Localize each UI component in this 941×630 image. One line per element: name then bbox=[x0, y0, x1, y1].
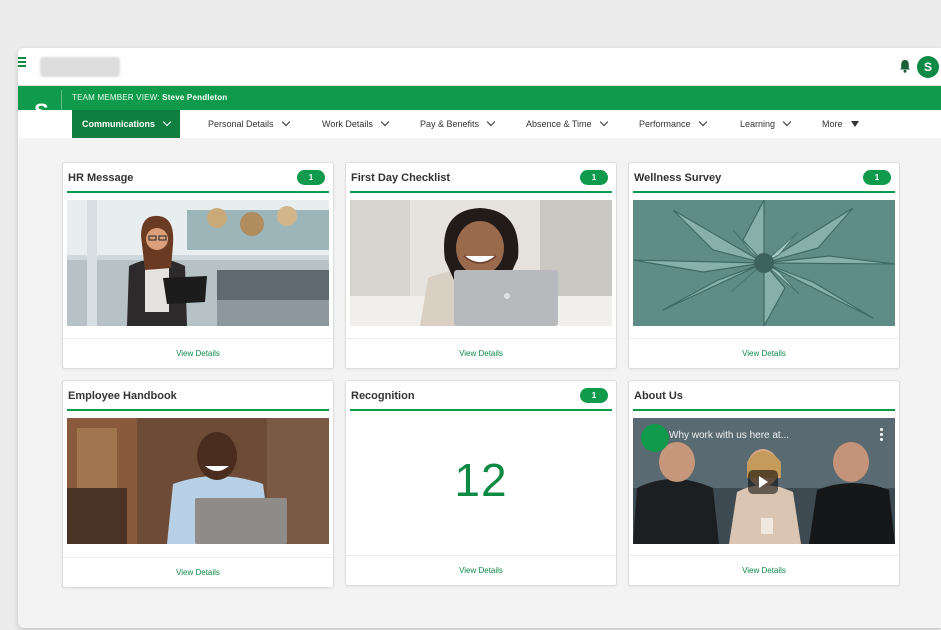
card-title: Wellness Survey bbox=[634, 172, 722, 184]
card-title: Recognition bbox=[351, 390, 415, 402]
office-photo bbox=[67, 200, 329, 326]
nav-item-label: Learning bbox=[740, 119, 776, 129]
chevron-down-icon bbox=[486, 117, 496, 127]
main-nav: Communications Personal Details Work Det… bbox=[18, 110, 941, 138]
card-header: Employee Handbook bbox=[67, 381, 329, 411]
count-badge: 1 bbox=[297, 170, 325, 185]
caret-down-icon bbox=[850, 121, 859, 127]
chevron-down-icon bbox=[380, 117, 390, 127]
count-badge: 1 bbox=[863, 170, 891, 185]
play-icon[interactable] bbox=[748, 470, 778, 494]
team-member-name: Steve Pendleton bbox=[162, 93, 228, 102]
view-details-link[interactable]: View Details bbox=[459, 349, 503, 358]
count-badge: 1 bbox=[580, 388, 608, 403]
team-member-prefix: TEAM MEMBER VIEW: bbox=[72, 93, 160, 102]
channel-avatar-icon bbox=[641, 424, 669, 452]
card-header: About Us bbox=[633, 381, 895, 411]
bell-icon[interactable] bbox=[899, 59, 911, 73]
nav-item-communications[interactable]: Communications bbox=[72, 110, 181, 138]
menu-icon[interactable] bbox=[18, 57, 28, 69]
avatar[interactable]: S bbox=[917, 56, 939, 78]
nav-item-performance[interactable]: Performance bbox=[639, 110, 707, 138]
card-header: HR Message 1 bbox=[67, 163, 329, 193]
view-details-link[interactable]: View Details bbox=[742, 566, 786, 575]
employee-photo bbox=[67, 418, 329, 544]
nav-item-learning[interactable]: Learning bbox=[740, 110, 792, 138]
search-input[interactable] bbox=[40, 57, 120, 77]
view-details-link[interactable]: View Details bbox=[742, 349, 786, 358]
chevron-down-icon bbox=[281, 117, 290, 127]
nav-item-label: Performance bbox=[639, 119, 691, 129]
succulent-photo bbox=[633, 200, 895, 326]
top-bar: S bbox=[18, 48, 941, 86]
nav-item-label: Personal Details bbox=[208, 119, 274, 129]
nav-item-label: Communications bbox=[82, 119, 156, 129]
card-title: About Us bbox=[634, 390, 683, 402]
card-footer: View Details bbox=[63, 338, 333, 368]
card-recognition: Recognition 1 12 View Details bbox=[345, 380, 617, 586]
card-title: HR Message bbox=[68, 172, 134, 184]
more-options-icon[interactable] bbox=[880, 428, 883, 443]
nav-item-work-details[interactable]: Work Details bbox=[322, 110, 390, 138]
nav-item-label: Work Details bbox=[322, 119, 373, 129]
view-details-link[interactable]: View Details bbox=[176, 568, 220, 577]
card-header: Recognition 1 bbox=[350, 381, 612, 411]
video-player[interactable]: Why work with us here at... bbox=[633, 418, 895, 544]
chevron-down-icon bbox=[698, 117, 707, 127]
chevron-down-icon bbox=[162, 117, 172, 127]
header-bar: S TEAM MEMBER VIEW: Steve Pendleton Comm… bbox=[18, 86, 941, 138]
nav-item-label: Pay & Benefits bbox=[420, 119, 480, 129]
app-window: S S TEAM MEMBER VIEW: Steve Pendleton Co… bbox=[18, 48, 941, 628]
count-badge: 1 bbox=[580, 170, 608, 185]
card-footer: View Details bbox=[63, 557, 333, 587]
nav-item-label: More bbox=[822, 119, 843, 129]
card-title: Employee Handbook bbox=[68, 390, 177, 402]
card-header: Wellness Survey 1 bbox=[633, 163, 895, 193]
card-footer: View Details bbox=[629, 338, 899, 368]
chevron-down-icon bbox=[599, 117, 608, 127]
card-employee-handbook: Employee Handbook View Details bbox=[62, 380, 334, 588]
nav-item-absence-time[interactable]: Absence & Time bbox=[526, 110, 608, 138]
laptop-woman-photo bbox=[350, 200, 612, 326]
view-details-link[interactable]: View Details bbox=[459, 566, 503, 575]
card-header: First Day Checklist 1 bbox=[350, 163, 612, 193]
video-title: Why work with us here at... bbox=[669, 430, 790, 441]
card-footer: View Details bbox=[346, 338, 616, 368]
card-hr-message: HR Message 1 View Details bbox=[62, 162, 334, 369]
nav-item-more[interactable]: More bbox=[822, 110, 859, 138]
card-footer: View Details bbox=[629, 555, 899, 585]
team-member-view-label: TEAM MEMBER VIEW: Steve Pendleton bbox=[72, 93, 227, 102]
card-about-us: About Us Why work with us here at... Vie… bbox=[628, 380, 900, 586]
card-footer: View Details bbox=[346, 555, 616, 585]
nav-item-label: Absence & Time bbox=[526, 119, 592, 129]
recognition-count: 12 bbox=[454, 454, 508, 506]
card-first-day-checklist: First Day Checklist 1 View Details bbox=[345, 162, 617, 369]
view-details-link[interactable]: View Details bbox=[176, 349, 220, 358]
nav-item-pay-benefits[interactable]: Pay & Benefits bbox=[420, 110, 496, 138]
card-wellness-survey: Wellness Survey 1 View Details bbox=[628, 162, 900, 369]
nav-item-personal-details[interactable]: Personal Details bbox=[208, 110, 290, 138]
card-title: First Day Checklist bbox=[351, 172, 451, 184]
chevron-down-icon bbox=[782, 117, 792, 127]
